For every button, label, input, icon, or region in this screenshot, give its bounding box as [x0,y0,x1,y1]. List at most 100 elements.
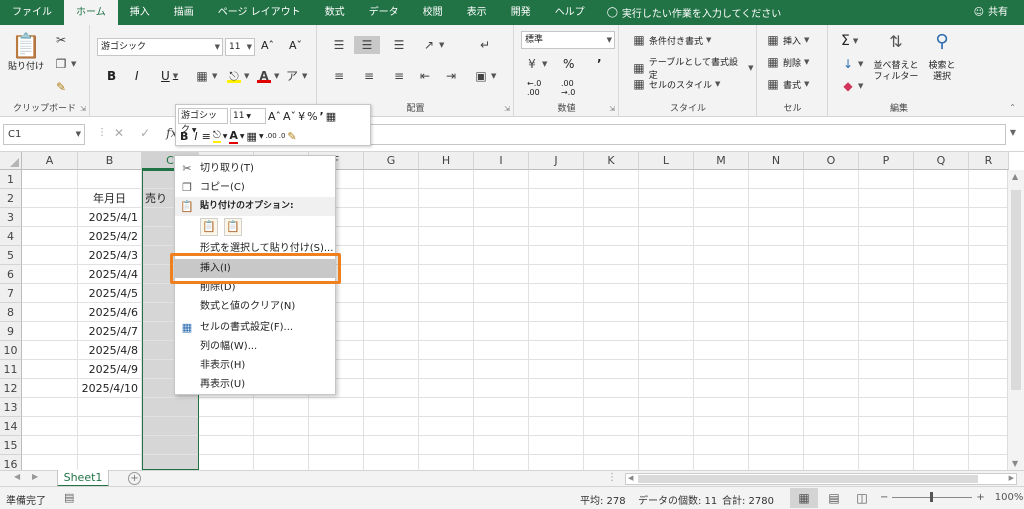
cell-a2[interactable] [22,189,78,208]
tab-help[interactable]: ヘルプ [543,0,597,25]
cell-m3[interactable] [694,208,749,227]
font-color-button[interactable]: A ▼ [257,69,282,83]
cell-b1[interactable] [78,170,142,189]
cell-q2[interactable] [914,189,969,208]
tab-file[interactable]: ファイル [0,0,64,25]
cell-q12[interactable] [914,379,969,398]
row-header-8[interactable]: 8 [0,303,22,322]
format-painter-button[interactable]: ✎ [54,80,68,94]
cell-b13[interactable] [78,398,142,417]
cell-i12[interactable] [474,379,529,398]
zoom-slider[interactable] [892,492,973,502]
cell-o3[interactable] [804,208,859,227]
cell-n13[interactable] [749,398,804,417]
align-bottom-button[interactable]: ☰ [392,38,406,52]
launcher-icon[interactable]: ⇲ [609,105,615,113]
cell-r8[interactable] [969,303,1009,322]
cell-a1[interactable] [22,170,78,189]
cell-p4[interactable] [859,227,914,246]
cell-g13[interactable] [364,398,419,417]
cell-i3[interactable] [474,208,529,227]
italic-button[interactable]: I [135,69,139,83]
cell-o13[interactable] [804,398,859,417]
cell-o16[interactable] [804,455,859,470]
cell-q14[interactable] [914,417,969,436]
column-header-l[interactable]: L [639,152,694,170]
share-button[interactable]: ☺ 共有 [974,0,1008,25]
cell-o6[interactable] [804,265,859,284]
cell-g7[interactable] [364,284,419,303]
cell-m16[interactable] [694,455,749,470]
cell-k1[interactable] [584,170,639,189]
page-layout-view-button[interactable]: ▤ [820,488,848,508]
cell-i8[interactable] [474,303,529,322]
cell-n1[interactable] [749,170,804,189]
cell-d15[interactable] [199,436,254,455]
cell-i16[interactable] [474,455,529,470]
menu-item-cut[interactable]: ✂ 切り取り(T) [175,159,335,178]
align-top-button[interactable]: ☰ [332,38,346,52]
cell-r5[interactable] [969,246,1009,265]
cell-l7[interactable] [639,284,694,303]
cell-i1[interactable] [474,170,529,189]
cell-j5[interactable] [529,246,584,265]
scroll-right-icon[interactable]: ▶ [1009,474,1014,482]
row-header-3[interactable]: 3 [0,208,22,227]
cell-n4[interactable] [749,227,804,246]
cell-c16[interactable] [142,455,199,470]
cell-j7[interactable] [529,284,584,303]
cell-m12[interactable] [694,379,749,398]
cell-r10[interactable] [969,341,1009,360]
cell-j12[interactable] [529,379,584,398]
cell-k5[interactable] [584,246,639,265]
cell-b11[interactable]: 2025/4/9 [78,360,142,379]
tab-developer[interactable]: 開発 [499,0,543,25]
cell-l8[interactable] [639,303,694,322]
cell-a3[interactable] [22,208,78,227]
font-color-icon[interactable]: A [229,129,238,144]
horizontal-scrollbar[interactable]: ◀ ▶ [625,473,1017,485]
cell-j6[interactable] [529,265,584,284]
add-sheet-button[interactable]: + [128,472,141,485]
chevron-down-icon[interactable]: ▼ [240,133,245,140]
cell-p7[interactable] [859,284,914,303]
cell-r15[interactable] [969,436,1009,455]
cell-j10[interactable] [529,341,584,360]
zoom-level[interactable]: 100% [995,492,1024,503]
cell-m5[interactable] [694,246,749,265]
cell-q4[interactable] [914,227,969,246]
cell-m8[interactable] [694,303,749,322]
cell-p12[interactable] [859,379,914,398]
cell-h11[interactable] [419,360,474,379]
cell-k9[interactable] [584,322,639,341]
cell-i9[interactable] [474,322,529,341]
cell-d16[interactable] [199,455,254,470]
cell-n9[interactable] [749,322,804,341]
row-header-11[interactable]: 11 [0,360,22,379]
cell-p9[interactable] [859,322,914,341]
cell-j8[interactable] [529,303,584,322]
cell-k2[interactable] [584,189,639,208]
cell-n3[interactable] [749,208,804,227]
column-header-a[interactable]: A [22,152,78,170]
cell-i15[interactable] [474,436,529,455]
comma-icon[interactable]: ’ [320,110,324,123]
cell-o9[interactable] [804,322,859,341]
cell-l6[interactable] [639,265,694,284]
align-right-button[interactable]: ≡ [392,69,406,83]
align-middle-button[interactable]: ☰ [354,36,380,54]
row-header-14[interactable]: 14 [0,417,22,436]
fill-button[interactable]: ↓ ▼ [841,57,866,71]
grow-font-button[interactable]: Aˆ [261,39,274,52]
cell-r9[interactable] [969,322,1009,341]
cell-r2[interactable] [969,189,1009,208]
tab-formulas[interactable]: 数式 [313,0,357,25]
cell-l9[interactable] [639,322,694,341]
cell-h15[interactable] [419,436,474,455]
brush-icon[interactable]: ✎ [287,130,296,143]
cell-j1[interactable] [529,170,584,189]
cell-l11[interactable] [639,360,694,379]
cell-e15[interactable] [254,436,309,455]
format-cells-icon[interactable]: ▦ [326,110,336,123]
wrap-text-button[interactable]: ↵ [478,38,492,52]
